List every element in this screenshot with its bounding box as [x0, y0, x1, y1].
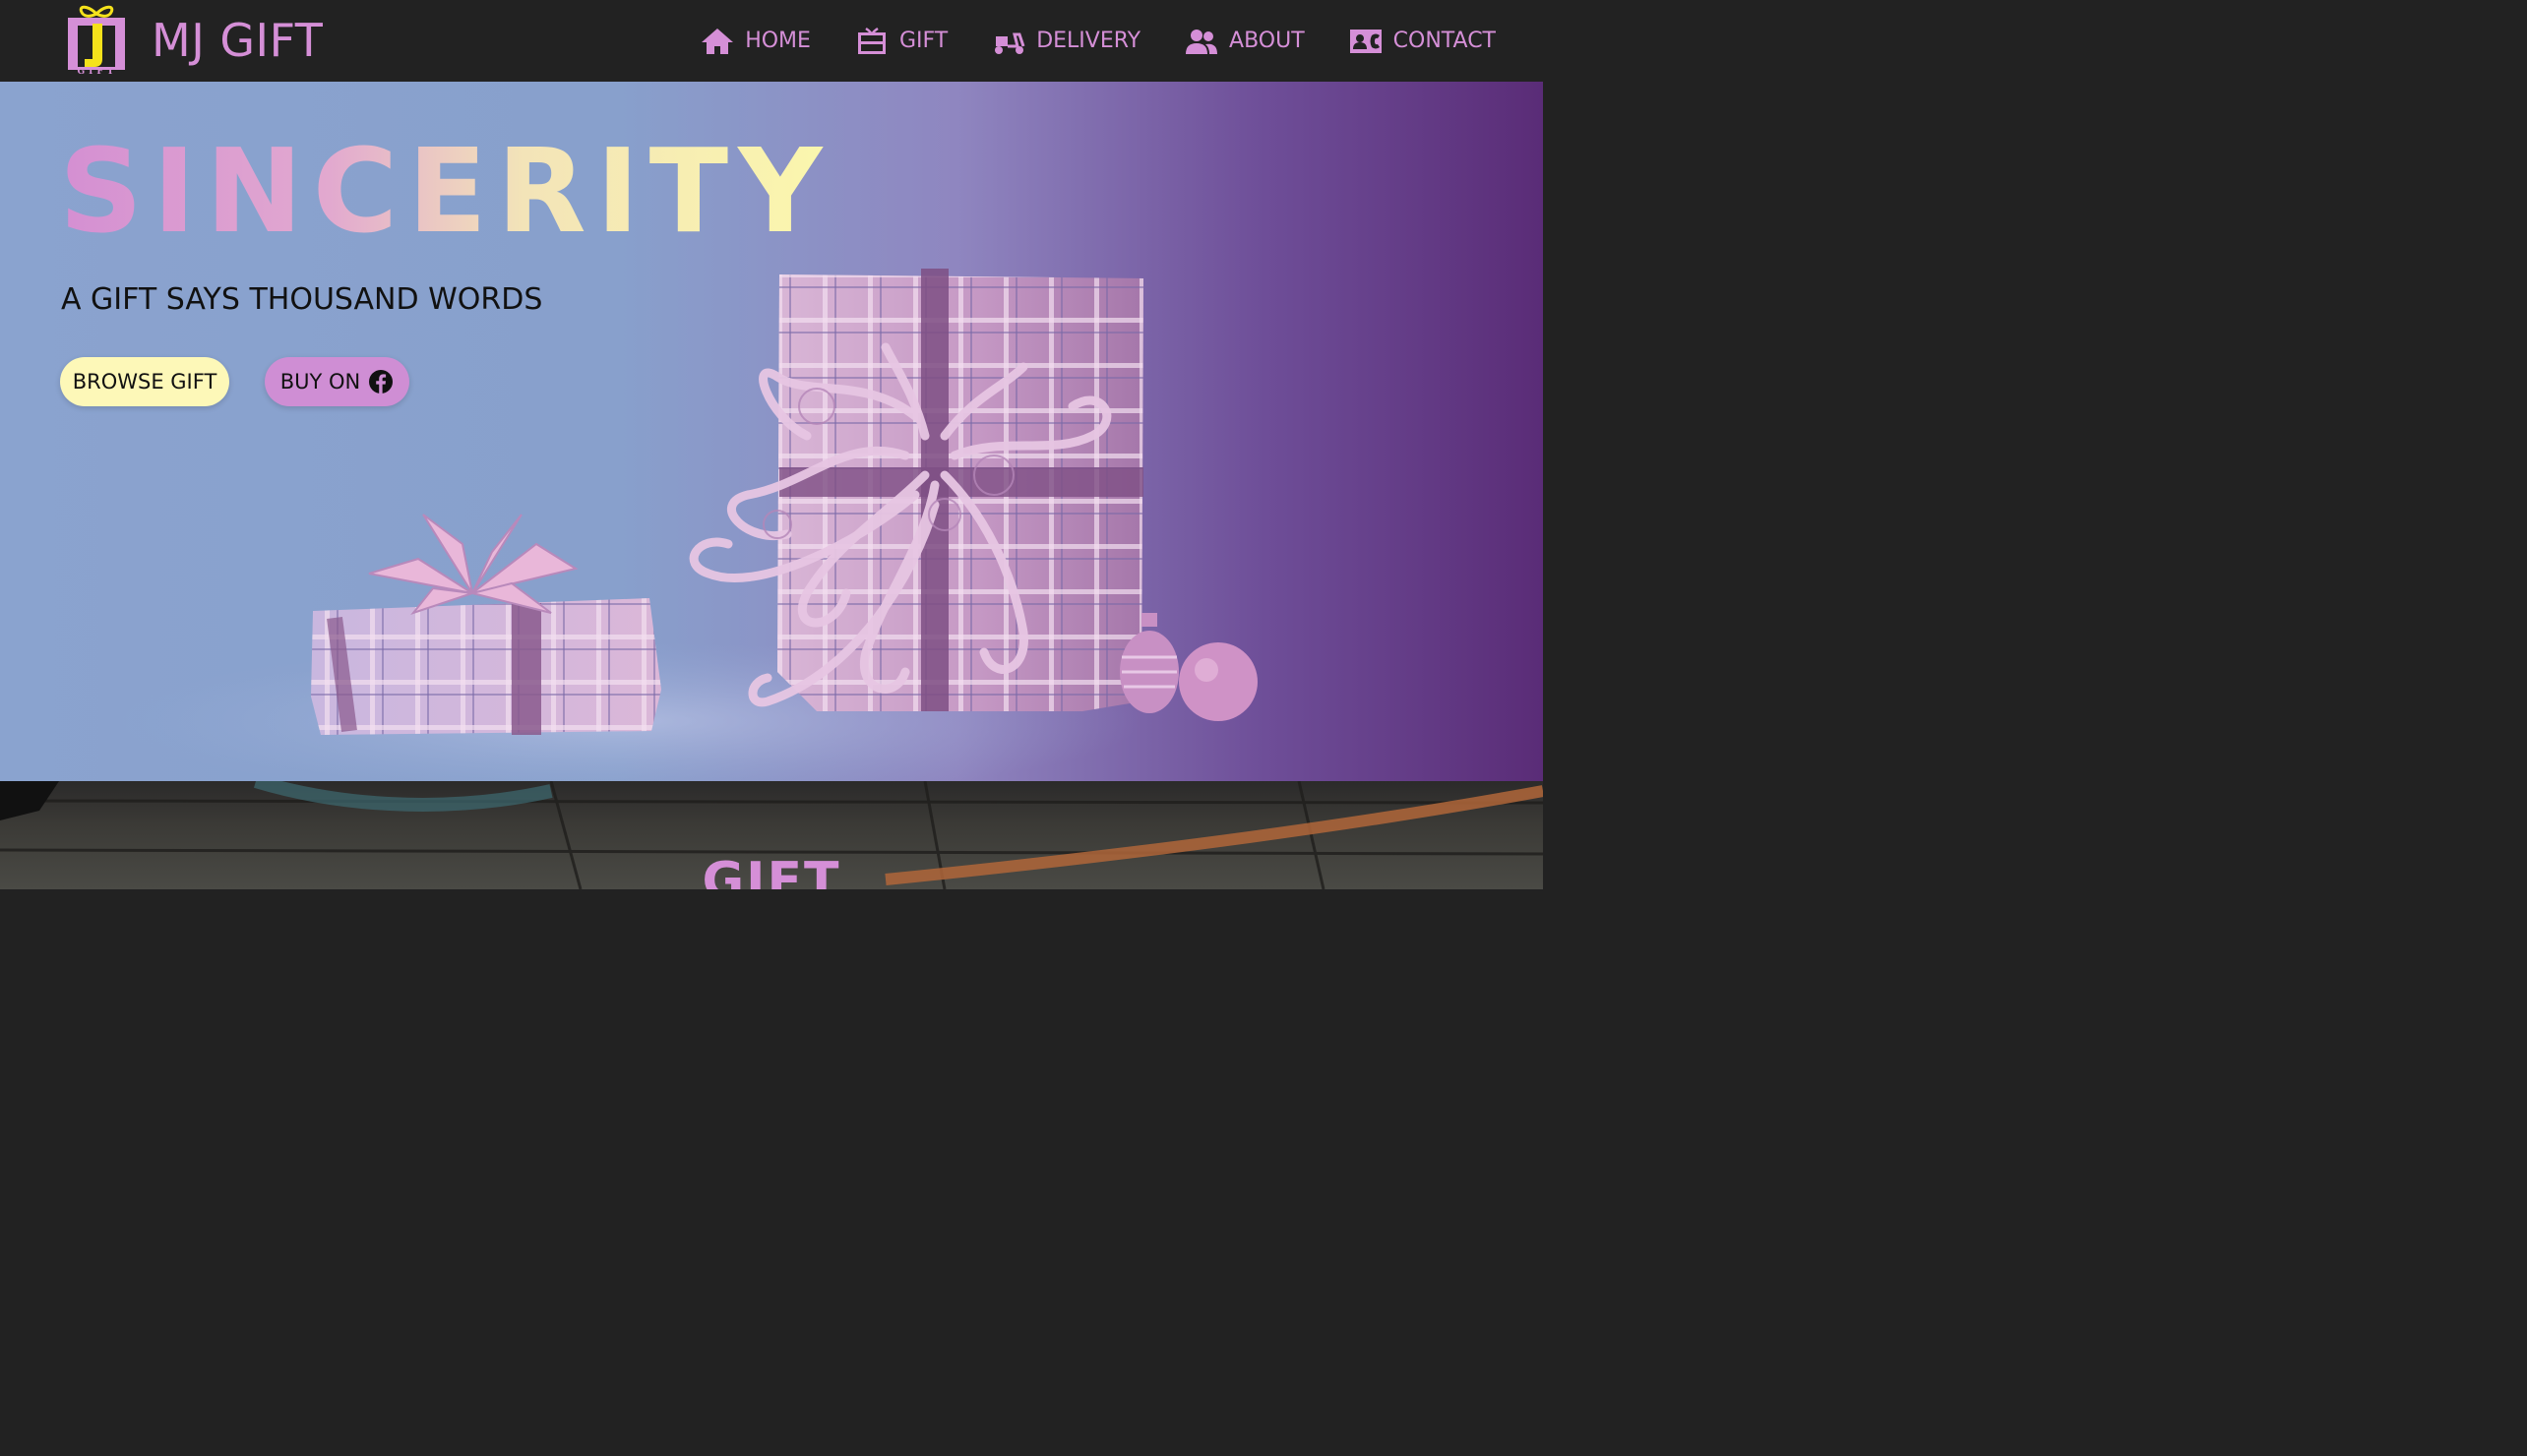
- hero-section: SINCERITY A GIFT SAYS THOUSAND WORDS BRO…: [0, 82, 1543, 781]
- browse-gift-label: BROWSE GIFT: [72, 370, 217, 394]
- nav-home-label: HOME: [745, 29, 811, 53]
- nav-contact-label: CONTACT: [1392, 29, 1496, 53]
- brand-name[interactable]: MJ GIFT: [152, 14, 323, 67]
- logo-icon[interactable]: GIFT: [65, 2, 128, 77]
- nav-delivery[interactable]: DELIVERY: [991, 27, 1140, 56]
- nav-about[interactable]: ABOUT: [1184, 27, 1305, 56]
- contact-card-icon: [1349, 29, 1382, 53]
- nav-delivery-label: DELIVERY: [1036, 29, 1141, 53]
- brand[interactable]: GIFT: [65, 2, 128, 77]
- section-title: GIFT: [702, 852, 841, 889]
- gift-section: GIFT: [0, 781, 1543, 889]
- facebook-icon: [369, 370, 394, 394]
- users-icon: [1186, 29, 1218, 54]
- nav-about-label: ABOUT: [1229, 29, 1305, 53]
- nav-home[interactable]: HOME: [700, 27, 811, 56]
- home-icon: [702, 28, 734, 54]
- nav-gift[interactable]: GIFT: [854, 27, 948, 56]
- nav-gift-label: GIFT: [898, 29, 949, 53]
- nav-contact[interactable]: CONTACT: [1348, 27, 1496, 56]
- scooter-icon: [995, 32, 1025, 54]
- hero-title: SINCERITY: [59, 123, 832, 259]
- browse-gift-button[interactable]: BROWSE GIFT: [60, 357, 229, 406]
- buy-on-facebook-button[interactable]: BUY ON: [265, 357, 409, 406]
- navbar: GIFT MJ GIFT HOME GIFT DELIVERY ABOUT CO…: [0, 0, 1543, 82]
- hero-subtitle: A GIFT SAYS THOUSAND WORDS: [61, 282, 543, 317]
- buy-on-label: BUY ON: [279, 370, 361, 394]
- gift-card-icon: [857, 27, 886, 54]
- main-nav: HOME GIFT DELIVERY ABOUT CONTACT: [700, 0, 1496, 82]
- logo-caption: GIFT: [77, 67, 118, 77]
